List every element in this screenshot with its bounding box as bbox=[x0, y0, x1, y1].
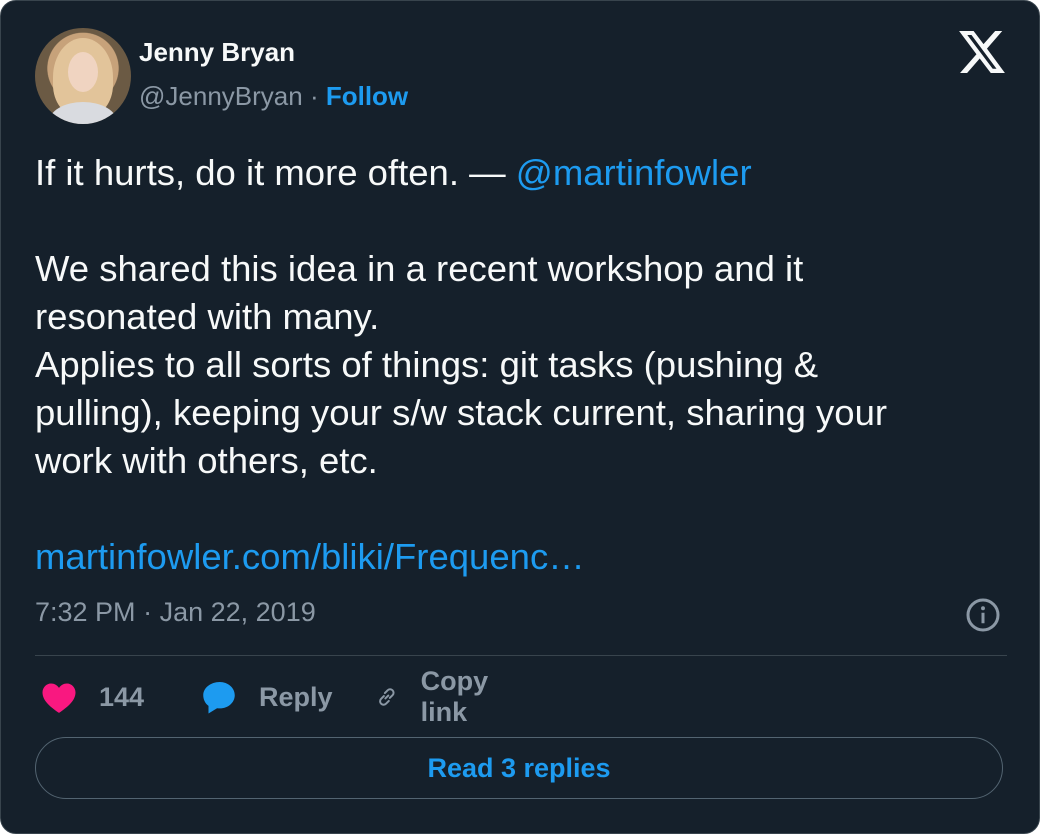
timestamp-separator: · bbox=[143, 597, 153, 627]
tweet-date: Jan 22, 2019 bbox=[159, 597, 316, 627]
mention-link[interactable]: @martinfowler bbox=[516, 152, 752, 193]
reply-button[interactable]: Reply bbox=[201, 673, 333, 721]
author-handle[interactable]: @JennyBryan bbox=[139, 81, 303, 111]
tweet-time: 7:32 PM bbox=[35, 597, 136, 627]
info-icon[interactable] bbox=[965, 597, 1001, 633]
tweet-url-link[interactable]: martinfowler.com/bliki/Frequenc… bbox=[35, 533, 995, 581]
tweet-text: If it hurts, do it more often. — @martin… bbox=[35, 149, 995, 581]
speech-bubble-icon bbox=[203, 682, 235, 714]
x-logo-icon[interactable] bbox=[959, 31, 1005, 73]
reply-label: Reply bbox=[259, 681, 333, 712]
tweet-text-line: work with others, etc. bbox=[35, 440, 378, 481]
tweet-timestamp[interactable]: 7:32 PM · Jan 22, 2019 bbox=[35, 597, 316, 628]
like-count: 144 bbox=[99, 681, 145, 712]
avatar[interactable] bbox=[35, 28, 131, 124]
read-replies-label: Read 3 replies bbox=[427, 752, 611, 783]
like-button[interactable]: 144 bbox=[41, 673, 144, 721]
copy-link-button[interactable]: Copy link bbox=[375, 666, 501, 727]
tweet-text-line: If it hurts, do it more often. — bbox=[35, 152, 516, 193]
author-name[interactable]: Jenny Bryan bbox=[139, 37, 295, 68]
tweet-text-line: We shared this idea in a recent workshop… bbox=[35, 248, 804, 289]
author-handle-row: @JennyBryan · Follow bbox=[139, 81, 408, 112]
handle-separator: · bbox=[309, 81, 319, 111]
tweet-text-line: Applies to all sorts of things: git task… bbox=[35, 344, 819, 385]
link-icon bbox=[379, 688, 395, 706]
tweet-card: Jenny Bryan @JennyBryan · Follow If it h… bbox=[0, 0, 1040, 834]
heart-icon bbox=[42, 683, 76, 713]
follow-button[interactable]: Follow bbox=[326, 81, 408, 111]
read-replies-button[interactable]: Read 3 replies bbox=[35, 737, 1003, 799]
tweet-text-line: resonated with many. bbox=[35, 296, 380, 337]
copy-link-label: Copy link bbox=[420, 666, 489, 727]
divider bbox=[35, 655, 1007, 656]
tweet-text-line: pulling), keeping your s/w stack current… bbox=[35, 392, 888, 433]
